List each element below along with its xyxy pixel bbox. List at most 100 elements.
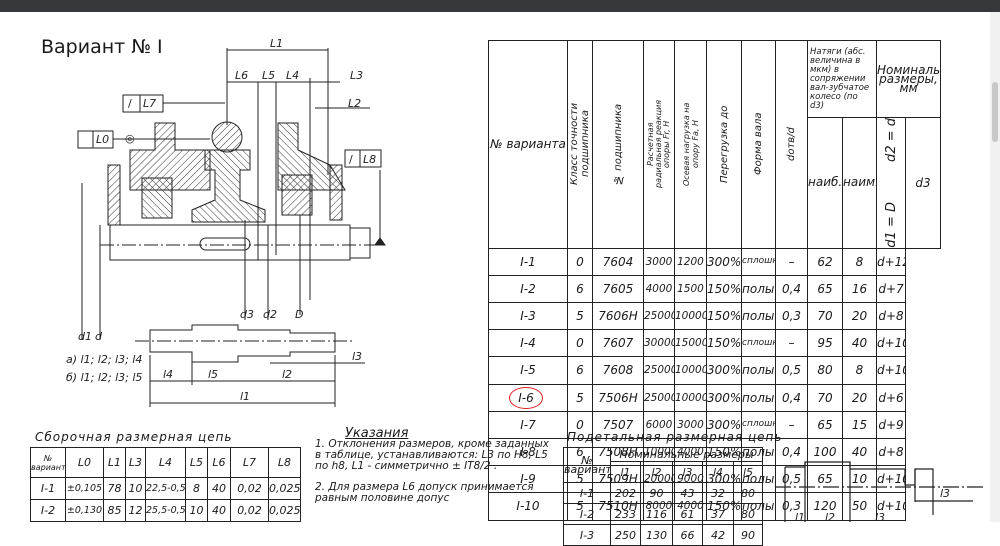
- label-L8: L8: [363, 153, 376, 166]
- label-L0: L0: [96, 133, 109, 146]
- label-L3: L3: [350, 69, 363, 82]
- cell-radial: 4000: [643, 274, 675, 304]
- cell-d3: d+10: [876, 329, 906, 358]
- detail-cell: 43: [672, 482, 703, 504]
- label-L4: L4: [286, 69, 299, 82]
- cell-d3: d+6: [876, 383, 906, 412]
- cell-radial: 25000: [643, 383, 675, 412]
- assembly-header-8: L8: [268, 447, 301, 478]
- cell-overload: 300%: [706, 247, 742, 276]
- label-d2: d2: [263, 308, 277, 321]
- table-row: I-1 ±0,105 78 10 22,5-0,5 8 40 0,02 0,025: [30, 477, 301, 500]
- cell-accuracy: 5: [567, 383, 593, 412]
- detail-cell: 32: [702, 482, 734, 504]
- cell-overload: 150%: [706, 302, 742, 331]
- table-row: I-4076073000015000150%сплошной–9540d+10: [488, 329, 941, 358]
- label-L2: L2: [348, 97, 361, 110]
- cell-d3: d+8: [876, 302, 906, 331]
- cell-min: 15: [842, 410, 877, 439]
- cell-radial: 3000: [643, 247, 675, 276]
- cell-axial: 10000: [674, 356, 707, 385]
- detail-cell: 66: [672, 524, 703, 546]
- label-d: d: [95, 330, 103, 343]
- table-row: I-3 250 130 66 42 90: [563, 524, 764, 546]
- assembly-cell: 22,5-0,5: [145, 477, 186, 500]
- cell-accuracy: 6: [567, 274, 593, 304]
- assembly-cell: 10: [125, 477, 146, 500]
- detail-header-l4: l4: [702, 461, 734, 483]
- label-L5: L5: [262, 69, 275, 82]
- vertical-scrollbar[interactable]: [990, 12, 1000, 522]
- assembly-cell: ±0,130: [65, 499, 104, 522]
- detail-cell: 61: [672, 503, 703, 525]
- detail-cell: 233: [610, 503, 641, 525]
- assembly-header-4: L4: [145, 447, 186, 478]
- table-row: I-6 57506H2500010000300%полый0,47020d+6: [488, 383, 941, 412]
- assembly-cell: I-2: [30, 499, 66, 522]
- header-axial: Осевая нагрузка на опору Fa, Н: [681, 102, 700, 187]
- cell-ratio: 0,5: [775, 356, 808, 385]
- detail-cell: 116: [640, 503, 673, 525]
- assembly-drawing: L1 L6 L5 L4 L3 L2 L7 L0 L8 ◎ / / d1 d d3…: [66, 37, 386, 407]
- assembly-cell: 0,025: [268, 477, 301, 500]
- concentricity-icon: ◎: [125, 132, 135, 145]
- cell-ratio: 0,4: [775, 274, 808, 304]
- assembly-cell: ±0,105: [65, 477, 104, 500]
- detail-header-l3: l3: [672, 461, 703, 483]
- cell-overload: 300%: [706, 383, 742, 412]
- label-l3: l3: [352, 350, 362, 363]
- cell-bearing: 7604: [592, 247, 644, 276]
- detail-cell: 90: [640, 482, 673, 504]
- assembly-header-1: L0: [65, 447, 104, 478]
- assembly-table: № вариантаL0L1L3L4L5L6L7L8 I-1±0,1057810…: [30, 447, 301, 522]
- detail-header-nominal: Номинальные размеры: [609, 447, 764, 462]
- cell-min: 16: [842, 274, 877, 304]
- cell-max: 70: [807, 302, 843, 331]
- assembly-header-3: L3: [125, 447, 146, 478]
- assembly-cell: 25,5-0,5: [145, 499, 186, 522]
- highlighted-variant: I-6: [509, 386, 543, 409]
- header-bearing: № подшипника: [612, 103, 624, 185]
- cell-variant: I-6: [488, 383, 568, 412]
- cell-bearing: 7605: [592, 274, 644, 304]
- header-ratio: dотв/d: [786, 127, 797, 162]
- cell-max: 70: [807, 383, 843, 412]
- cell-variant: I-4: [488, 329, 568, 358]
- detail-table: № вариантаНоминальные размеры l1l2l3l4l5…: [563, 447, 764, 546]
- assembly-header-2: L1: [103, 447, 126, 478]
- header-radial: Расчетная радиальная реакция опоры Fr, Н: [646, 100, 671, 189]
- cell-bearing: 7606H: [592, 302, 644, 331]
- detail-header-l2: l2: [640, 461, 673, 483]
- assembly-cell: I-1: [30, 477, 66, 500]
- assembly-cell: 40: [207, 499, 231, 522]
- instructions: Указания 1. Отклонения размеров, кроме з…: [315, 427, 555, 504]
- cell-min: 8: [842, 356, 877, 385]
- assembly-header-5: L5: [185, 447, 208, 478]
- cell-overload: 150%: [706, 329, 742, 358]
- cell-radial: 25000: [643, 356, 675, 385]
- label-d3: d3: [240, 308, 254, 321]
- detail-title: Подетальная размерная цепь: [567, 430, 783, 444]
- header-interference: Натяги (абс. величина в мкм) в сопряжени…: [807, 40, 877, 118]
- label-D: D: [295, 308, 303, 321]
- option-b: б) l1; l2; l3; l5: [66, 371, 142, 384]
- cell-radial: 25000: [643, 302, 675, 331]
- assembly-header-0: № варианта: [30, 447, 66, 478]
- cell-ratio: –: [775, 247, 808, 276]
- shaft-label-l2: l2: [825, 511, 835, 522]
- runout-icon-L7: /: [128, 97, 132, 110]
- cell-min: 20: [842, 302, 877, 331]
- assembly-header-6: L6: [207, 447, 231, 478]
- cell-min: 8: [842, 247, 877, 276]
- cell-ratio: –: [775, 329, 808, 358]
- scrollbar-thumb[interactable]: [992, 82, 998, 142]
- cell-max: 62: [807, 247, 843, 276]
- d2-equals-d: d2 = d: [883, 118, 899, 162]
- cell-overload: 300%: [706, 356, 742, 385]
- detail-cell: I-2: [563, 503, 611, 525]
- cell-variant: I-5: [488, 356, 568, 385]
- cell-max: 65: [807, 410, 843, 439]
- cell-ratio: 0,4: [775, 383, 808, 412]
- instruction-1: 1. Отклонения размеров, кроме заданных в…: [315, 438, 549, 472]
- cell-overload: 150%: [706, 274, 742, 304]
